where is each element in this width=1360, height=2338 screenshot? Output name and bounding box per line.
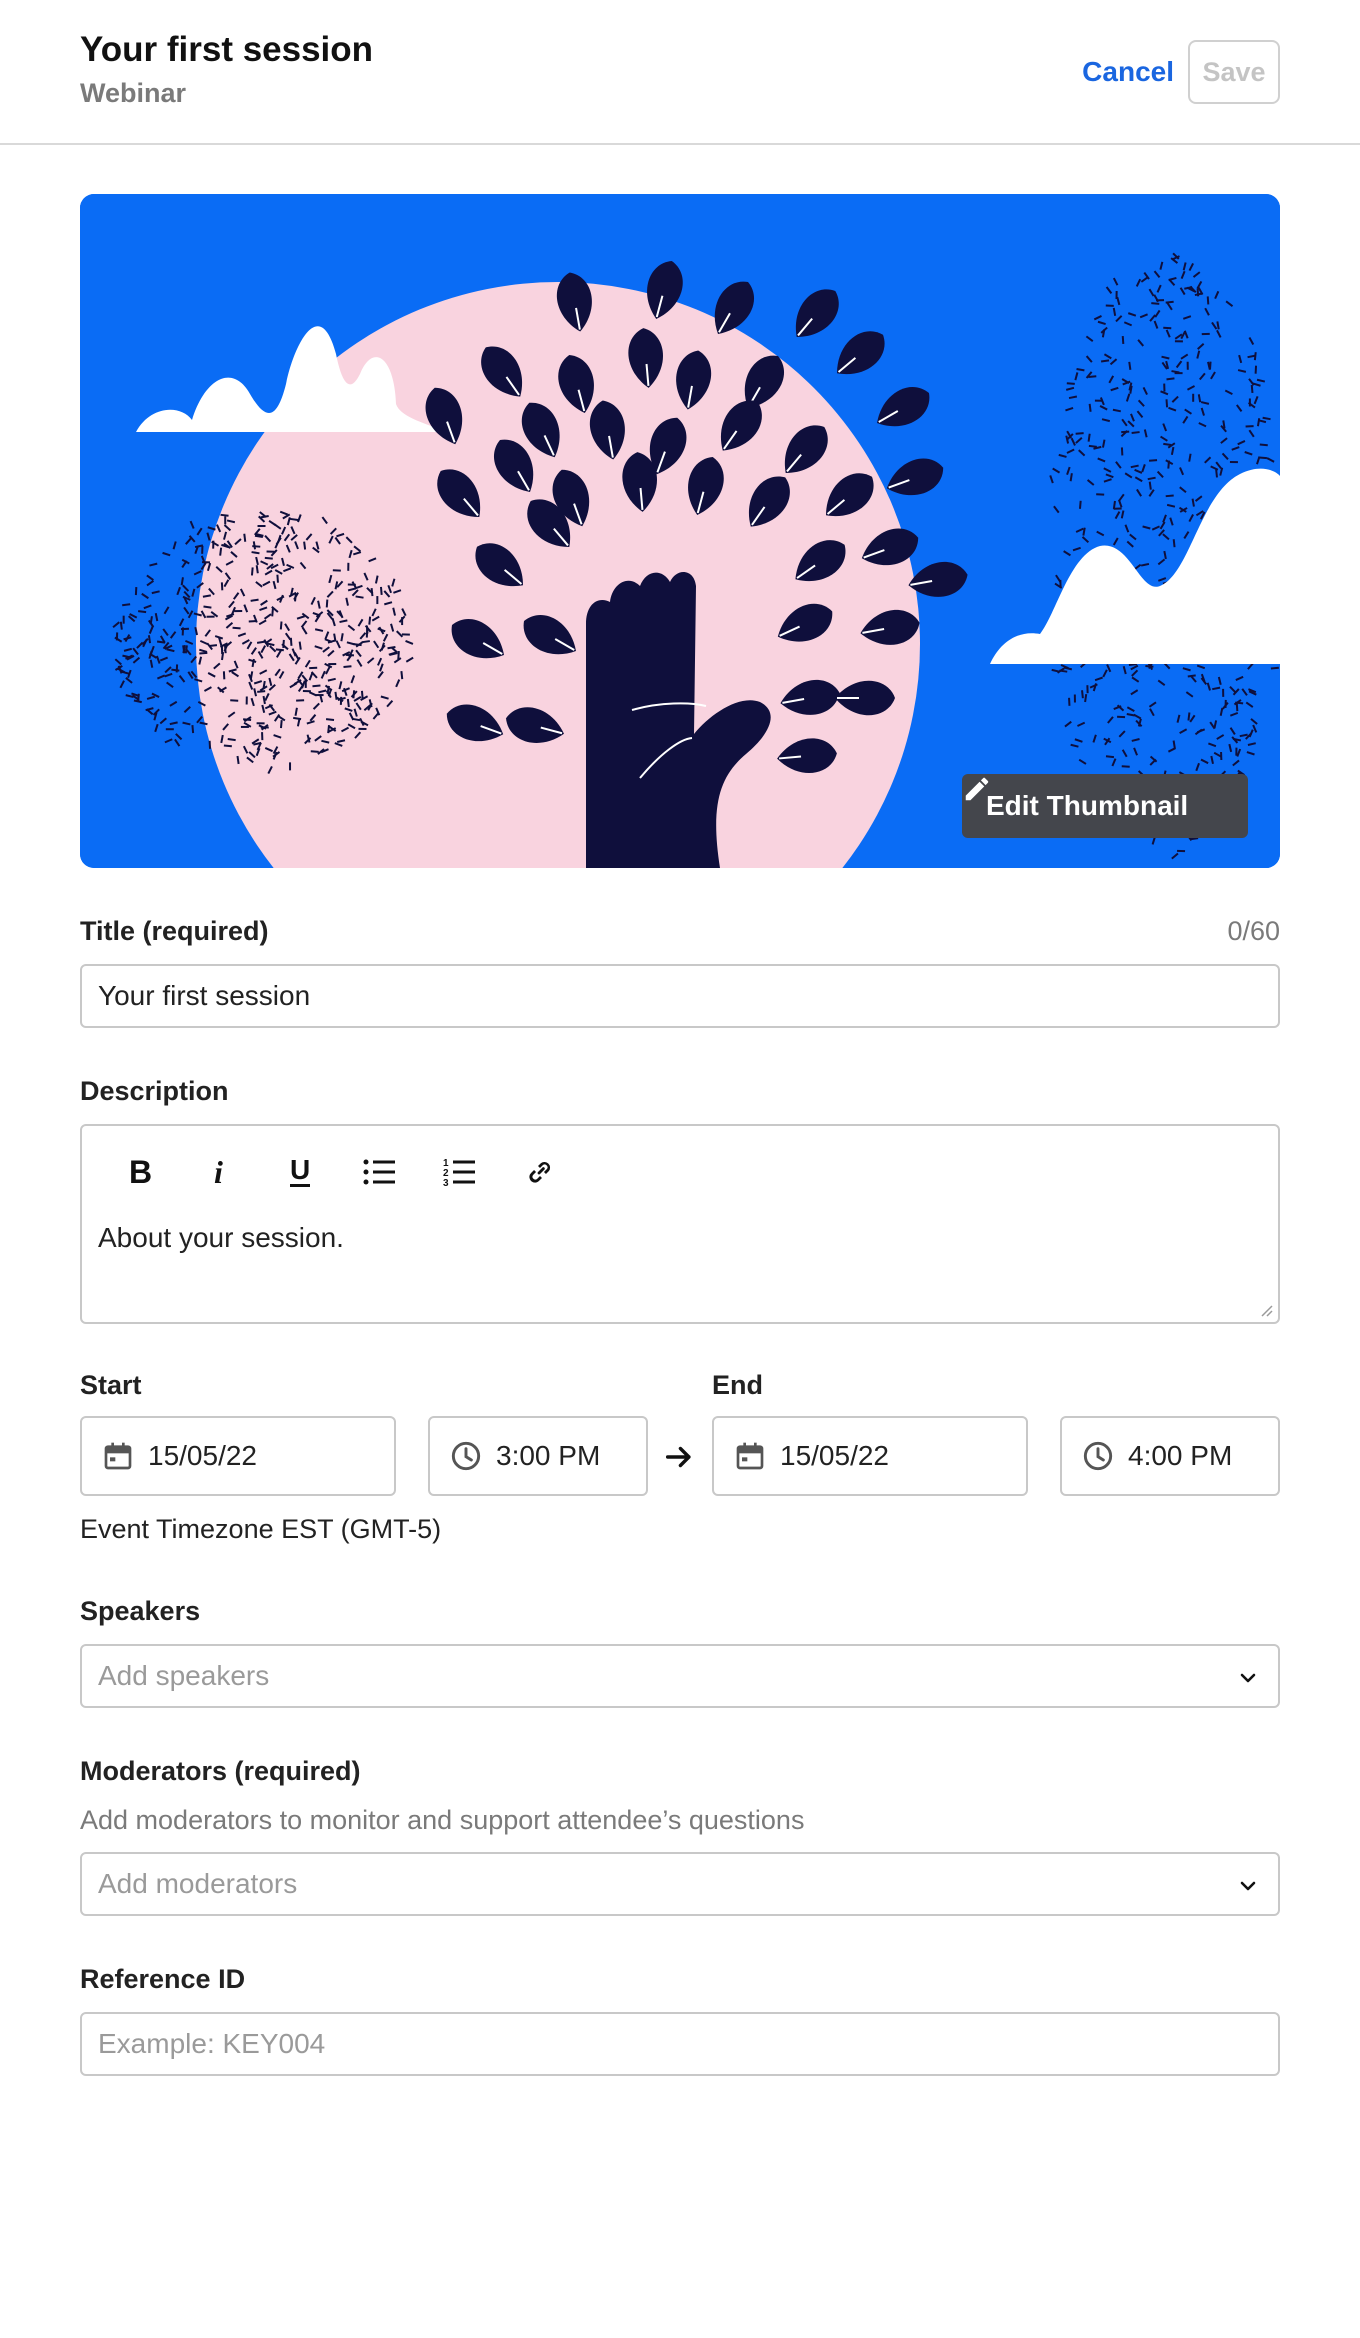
reference-id-label: Reference ID (80, 1964, 246, 1994)
calendar-icon (736, 1442, 764, 1470)
link-icon (529, 1161, 551, 1183)
speakers-select[interactable]: Add speakers (80, 1644, 1280, 1708)
description-editor[interactable]: B i U 1 2 3 About your session. (80, 1124, 1280, 1324)
resize-handle-icon[interactable] (1258, 1302, 1274, 1318)
start-date-value: 15/05/22 (148, 1440, 257, 1471)
editor-header: Your first session Webinar Cancel Save (0, 0, 1360, 145)
moderators-label: Moderators (required) (80, 1756, 361, 1786)
svg-text:U: U (290, 1155, 310, 1185)
cancel-button[interactable]: Cancel (1060, 40, 1180, 104)
bullet-list-button[interactable] (340, 1148, 420, 1196)
session-type-label: Webinar (80, 78, 187, 108)
start-time-picker[interactable]: 3:00 PM (428, 1416, 648, 1496)
title-char-counter: 0/60 (1227, 916, 1280, 946)
page-title: Your first session (80, 30, 374, 69)
clock-icon (451, 1441, 481, 1471)
end-date-picker[interactable]: 15/05/22 (712, 1416, 1028, 1496)
chevron-down-icon (1240, 1881, 1256, 1891)
end-date-value: 15/05/22 (780, 1440, 889, 1471)
end-label: End (712, 1370, 763, 1400)
svg-text:3: 3 (443, 1178, 449, 1187)
start-time-value: 3:00 PM (496, 1440, 601, 1471)
edit-thumbnail-button[interactable]: Edit Thumbnail (962, 774, 1248, 838)
svg-text:B: B (129, 1157, 152, 1187)
numbered-list-button[interactable]: 1 2 3 (420, 1148, 500, 1196)
start-date-picker[interactable]: 15/05/22 (80, 1416, 396, 1496)
italic-button[interactable]: i (180, 1148, 260, 1196)
pencil-icon (965, 777, 989, 801)
thumbnail-illustration (80, 194, 1280, 868)
description-label: Description (80, 1076, 229, 1106)
format-toolbar: B i U 1 2 3 (100, 1148, 580, 1196)
bullet-list-icon (363, 1159, 395, 1185)
save-button[interactable]: Save (1188, 40, 1280, 104)
speakers-label: Speakers (80, 1596, 201, 1626)
svg-text:i: i (214, 1157, 223, 1187)
description-text: About your session. (98, 1222, 344, 1253)
start-label: Start (80, 1370, 142, 1400)
moderators-select[interactable]: Add moderators (80, 1852, 1280, 1916)
italic-icon: i (214, 1157, 223, 1187)
reference-id-input[interactable] (80, 2012, 1280, 2076)
event-timezone: Event Timezone EST (GMT-5) (80, 1514, 442, 1544)
speakers-placeholder: Add speakers (98, 1660, 270, 1691)
edit-thumbnail-label: Edit Thumbnail (986, 790, 1189, 821)
numbered-list-icon: 1 2 3 (443, 1158, 475, 1187)
underline-button[interactable]: U (260, 1148, 340, 1196)
calendar-icon (104, 1442, 132, 1470)
end-time-picker[interactable]: 4:00 PM (1060, 1416, 1280, 1496)
bold-button[interactable]: B (100, 1148, 180, 1196)
clock-icon (1083, 1441, 1113, 1471)
end-time-value: 4:00 PM (1128, 1440, 1233, 1471)
underline-icon: U (290, 1155, 310, 1187)
arrow-right-icon (665, 1446, 691, 1468)
link-button[interactable] (500, 1148, 580, 1196)
title-label: Title (required) (80, 916, 269, 946)
session-thumbnail: Edit Thumbnail (80, 194, 1280, 868)
moderators-placeholder: Add moderators (98, 1868, 298, 1899)
bold-icon: B (129, 1157, 152, 1187)
title-input[interactable] (80, 964, 1280, 1028)
chevron-down-icon (1240, 1673, 1256, 1683)
moderators-hint: Add moderators to monitor and support at… (80, 1805, 805, 1835)
